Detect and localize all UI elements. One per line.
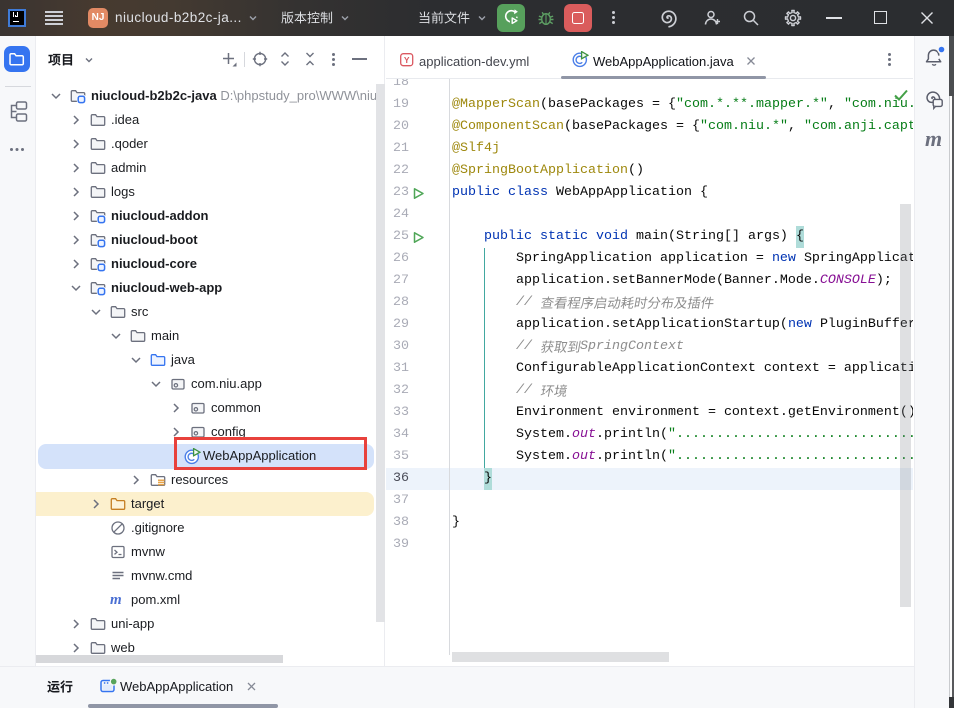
svg-text:Y: Y [404, 55, 410, 65]
